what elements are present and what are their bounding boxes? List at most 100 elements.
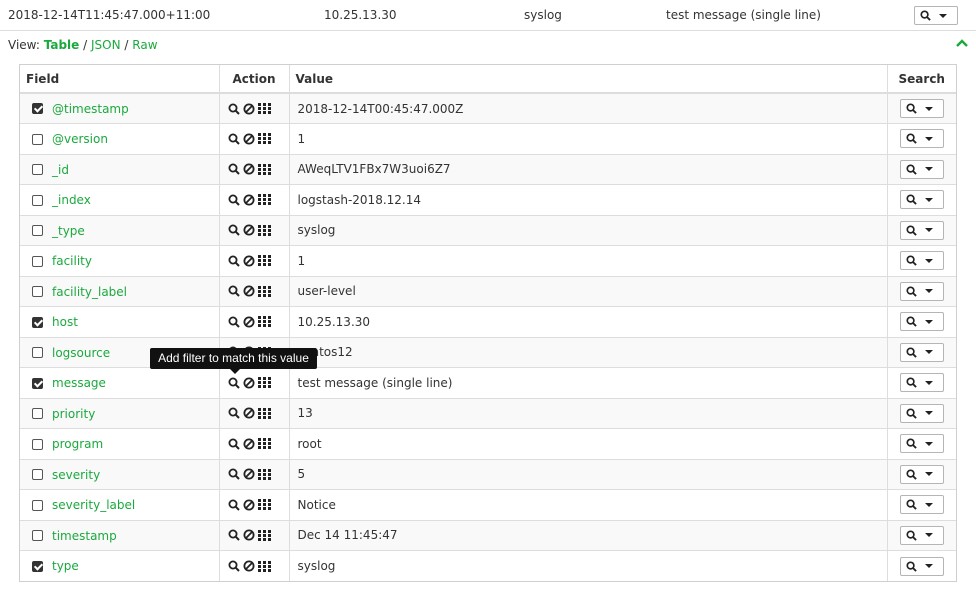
field-name[interactable]: host [52,315,78,329]
search-icon[interactable] [228,163,240,175]
search-dropdown-button[interactable] [899,373,944,393]
table-icon[interactable] [257,224,271,236]
field-toggle-checkbox[interactable] [32,377,43,389]
field-name[interactable]: _id [52,163,69,177]
search-dropdown-button[interactable] [899,159,944,179]
field-toggle-checkbox[interactable] [32,438,43,450]
field-name[interactable]: program [52,437,103,451]
field-name[interactable]: @version [52,132,108,146]
field-toggle-checkbox[interactable] [32,530,43,541]
field-toggle-checkbox[interactable] [32,286,43,297]
field-toggle-checkbox[interactable] [32,469,43,480]
ban-icon[interactable] [243,560,255,572]
table-icon[interactable] [257,377,271,389]
search-icon[interactable] [228,194,240,206]
search-dropdown-button[interactable] [899,190,944,210]
search-dropdown-button[interactable] [899,342,944,362]
view-raw-link[interactable]: Raw [132,38,157,52]
field-toggle-checkbox[interactable] [32,133,43,145]
search-icon[interactable] [228,255,240,267]
field-name[interactable]: @timestamp [52,102,129,116]
field-name[interactable]: facility [52,254,92,268]
search-dropdown-button[interactable] [899,556,944,576]
field-name[interactable]: logsource [52,346,110,360]
field-name[interactable]: severity [52,468,100,482]
view-json-link[interactable]: JSON [91,38,121,52]
search-icon[interactable] [228,103,240,115]
summary-search-dropdown-button[interactable] [914,6,958,25]
field-toggle-checkbox[interactable] [32,225,43,236]
ban-icon[interactable] [243,468,255,480]
table-icon[interactable] [257,468,271,480]
ban-icon[interactable] [243,255,255,267]
ban-icon[interactable] [243,377,255,389]
search-dropdown-button[interactable] [899,99,944,118]
search-dropdown-button[interactable] [899,464,944,484]
field-name[interactable]: message [52,376,106,390]
search-icon[interactable] [228,377,240,389]
ban-icon[interactable] [243,133,255,145]
field-toggle-checkbox[interactable] [32,255,43,267]
ban-icon[interactable] [243,316,255,328]
table-icon[interactable] [257,255,271,267]
ban-icon[interactable] [243,529,255,541]
table-icon[interactable] [257,103,271,114]
ban-icon[interactable] [243,163,255,175]
field-toggle-checkbox[interactable] [32,103,43,115]
search-dropdown-button[interactable] [899,129,944,149]
field-toggle-checkbox[interactable] [32,347,43,358]
table-icon[interactable] [257,407,271,419]
field-name[interactable]: timestamp [52,529,117,543]
field-name[interactable]: priority [52,407,95,421]
field-toggle-checkbox[interactable] [32,499,43,511]
field-name[interactable]: type [52,559,79,573]
chevron-up-icon[interactable] [955,36,969,50]
search-icon[interactable] [228,499,240,511]
search-icon[interactable] [228,560,240,572]
table-icon[interactable] [257,194,271,206]
table-icon[interactable] [257,529,271,541]
search-icon[interactable] [228,316,240,328]
search-icon[interactable] [228,407,240,419]
search-dropdown-button[interactable] [899,312,944,332]
table-icon[interactable] [257,163,271,175]
ban-icon[interactable] [243,499,255,511]
field-toggle-checkbox[interactable] [32,560,43,572]
field-name[interactable]: _index [52,193,91,207]
ban-icon[interactable] [243,285,255,297]
search-icon[interactable] [228,133,240,145]
search-icon[interactable] [228,438,240,450]
search-dropdown-button[interactable] [899,434,944,454]
search-dropdown-button[interactable] [899,403,944,423]
field-name[interactable]: facility_label [52,285,127,299]
field-toggle-checkbox[interactable] [32,194,43,206]
field-toggle-checkbox[interactable] [32,408,43,419]
table-icon[interactable] [257,560,271,572]
field-name[interactable]: severity_label [52,498,135,512]
search-dropdown-button[interactable] [899,220,944,240]
table-icon[interactable] [257,499,271,511]
search-dropdown-button[interactable] [899,525,944,545]
search-dropdown-button[interactable] [899,281,944,301]
table-icon[interactable] [257,316,271,328]
ban-icon[interactable] [243,438,255,450]
table-icon[interactable] [257,133,271,145]
view-table-link[interactable]: Table [44,38,80,52]
table-icon[interactable] [257,285,271,297]
search-icon[interactable] [228,468,240,480]
ban-icon[interactable] [243,194,255,206]
field-name[interactable]: _type [52,224,85,238]
table-icon[interactable] [257,438,271,450]
search-icon[interactable] [228,529,240,541]
ban-icon[interactable] [243,103,255,115]
field-toggle-checkbox[interactable] [32,316,43,328]
search-icon[interactable] [228,224,240,236]
search-dropdown-button[interactable] [899,495,944,515]
ban-icon[interactable] [243,407,255,419]
caret-down-icon [924,167,933,172]
search-dropdown-button[interactable] [899,251,944,271]
field-toggle-checkbox[interactable] [32,164,43,175]
search-icon[interactable] [228,285,240,297]
ban-icon[interactable] [243,224,255,236]
document-summary-row[interactable]: 2018-12-14T11:45:47.000+11:00 10.25.13.3… [0,0,976,31]
